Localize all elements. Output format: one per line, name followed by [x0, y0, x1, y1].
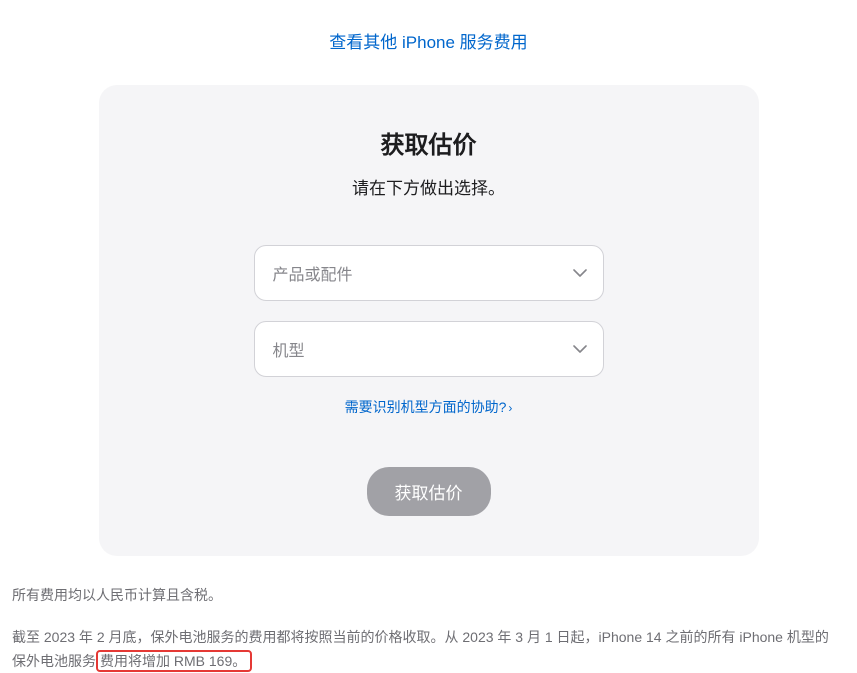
model-select-placeholder: 机型	[273, 337, 305, 361]
price-increase-highlight: 费用将增加 RMB 169。	[96, 650, 252, 672]
card-subtitle: 请在下方做出选择。	[159, 174, 699, 199]
estimate-card: 获取估价 请在下方做出选择。 产品或配件 机型 需要识别机型方面的协助?› 获取…	[99, 85, 759, 556]
chevron-down-icon	[573, 269, 587, 277]
chevron-right-icon: ›	[508, 401, 512, 415]
identify-model-help-link[interactable]: 需要识别机型方面的协助?›	[345, 399, 513, 415]
get-estimate-button[interactable]: 获取估价	[367, 467, 491, 516]
footer-notes: 所有费用均以人民币计算且含税。 截至 2023 年 2 月底，保外电池服务的费用…	[12, 584, 836, 673]
card-title: 获取估价	[159, 125, 699, 160]
product-select-placeholder: 产品或配件	[273, 261, 353, 285]
footer-line-1: 所有费用均以人民币计算且含税。	[12, 584, 836, 608]
model-select[interactable]: 机型	[254, 321, 604, 377]
chevron-down-icon	[573, 345, 587, 353]
view-other-services-link[interactable]: 查看其他 iPhone 服务费用	[329, 33, 527, 52]
footer-line-2: 截至 2023 年 2 月底，保外电池服务的费用都将按照当前的价格收取。从 20…	[12, 626, 836, 673]
product-select[interactable]: 产品或配件	[254, 245, 604, 301]
